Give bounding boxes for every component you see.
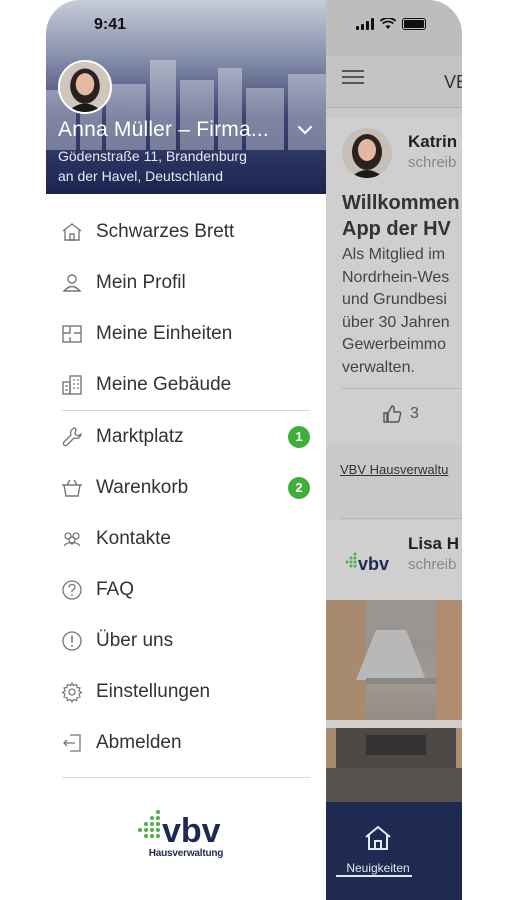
vbv-logo: vbv Hausverwaltung [136, 806, 236, 868]
bulletin-board-icon [61, 221, 83, 243]
bottom-tab-bar: Neuigkeiten [326, 802, 462, 900]
post-author-2: Lisa H [408, 534, 460, 553]
menu-item-meine-gebaeude[interactable]: Meine Gebäude [46, 359, 326, 410]
menu-label: FAQ [96, 578, 135, 600]
post-link[interactable]: VBV Hausverwaltu [340, 462, 448, 477]
avatar [342, 128, 392, 178]
notification-badge: 2 [288, 476, 310, 499]
menu-item-abmelden[interactable]: Abmelden [46, 717, 326, 768]
profile-address: Gödenstraße 11, Brandenburg an der Havel… [58, 148, 247, 184]
post-card-2[interactable]: vbv Lisa H schreib [326, 520, 462, 600]
menu-label: Abmelden [96, 731, 182, 753]
post-subtitle-2: schreib [408, 556, 457, 573]
building-icon [61, 374, 83, 396]
post-author: Katrin [408, 132, 458, 151]
menu-item-faq[interactable]: FAQ [46, 564, 326, 615]
menu-label: Schwarzes Brett [96, 220, 235, 242]
notification-badge: 1 [288, 425, 310, 448]
post-divider [342, 388, 462, 389]
like-count: 3 [410, 405, 419, 422]
menu-label: Warenkorb [96, 476, 189, 498]
wifi-icon [380, 18, 396, 29]
signal-icon [356, 18, 374, 30]
background-app[interactable]: VB Katrin schreib Willkommen App der HV … [326, 0, 462, 900]
phone-frame: VB Katrin schreib Willkommen App der HV … [46, 0, 462, 900]
menu-item-ueber-uns[interactable]: Über uns [46, 615, 326, 666]
profile-name[interactable]: Anna Müller – Firma... [58, 118, 269, 142]
gear-icon [61, 681, 83, 703]
tab-label: Neuigkeiten [346, 861, 410, 875]
status-time: 9:41 [94, 16, 127, 33]
logout-icon [61, 732, 83, 754]
app-title: VB [444, 72, 462, 92]
post-title: Willkommen App der HV [342, 192, 460, 240]
home-icon [365, 825, 391, 850]
tab-active-indicator [336, 875, 412, 877]
floorplan-icon [61, 323, 83, 345]
post-separator [340, 518, 462, 519]
logo-subtitle: Hausverwaltung [148, 848, 224, 859]
user-icon [61, 272, 83, 294]
menu-item-mein-profil[interactable]: Mein Profil [46, 257, 326, 308]
post-card[interactable]: Katrin schreib Willkommen App der HV Als… [326, 118, 462, 444]
menu-label: Kontakte [96, 527, 171, 549]
drawer-footer-divider [62, 777, 310, 778]
thumbs-up-icon [383, 405, 402, 423]
battery-icon [402, 18, 426, 30]
menu-item-warenkorb[interactable]: Warenkorb 2 [46, 462, 326, 513]
menu-item-meine-einheiten[interactable]: Meine Einheiten [46, 308, 326, 359]
menu-item-marktplatz[interactable]: Marktplatz 1 [46, 411, 326, 462]
kitchen-photo [326, 600, 462, 802]
question-icon [61, 579, 83, 601]
wrench-icon [61, 426, 83, 448]
svg-text:vbv: vbv [358, 554, 389, 574]
menu-label: Mein Profil [96, 271, 186, 293]
drawer-menu: Schwarzes Brett Mein Profil Meine Einhei… [46, 206, 326, 768]
app-top-bar: VB [326, 56, 462, 108]
navigation-drawer: 9:41 Anna Müller – Firma... Gödenstraße … [46, 0, 326, 900]
hamburger-menu-icon[interactable] [342, 70, 364, 84]
menu-label: Marktplatz [96, 425, 184, 447]
menu-item-einstellungen[interactable]: Einstellungen [46, 666, 326, 717]
menu-label: Einstellungen [96, 680, 211, 702]
status-bar-right [326, 0, 462, 56]
menu-label: Meine Gebäude [96, 373, 232, 395]
tab-neuigkeiten[interactable]: Neuigkeiten [340, 824, 416, 875]
basket-icon [61, 477, 83, 499]
info-icon [61, 630, 83, 652]
menu-label: Meine Einheiten [96, 322, 233, 344]
post-text: Als Mitglied im Nordrhein-Wes und Grundb… [342, 246, 450, 376]
chevron-down-icon[interactable] [296, 122, 314, 138]
post-subtitle: schreib [408, 154, 457, 171]
like-button[interactable]: 3 [382, 404, 419, 424]
svg-text:vbv: vbv [162, 812, 221, 850]
profile-avatar[interactable] [58, 60, 112, 114]
menu-item-kontakte[interactable]: Kontakte [46, 513, 326, 564]
menu-label: Über uns [96, 629, 174, 651]
drawer-header: 9:41 Anna Müller – Firma... Gödenstraße … [46, 0, 326, 194]
contacts-icon [61, 528, 83, 550]
vbv-logo-small: vbv [344, 548, 394, 581]
menu-item-schwarzes-brett[interactable]: Schwarzes Brett [46, 206, 326, 257]
